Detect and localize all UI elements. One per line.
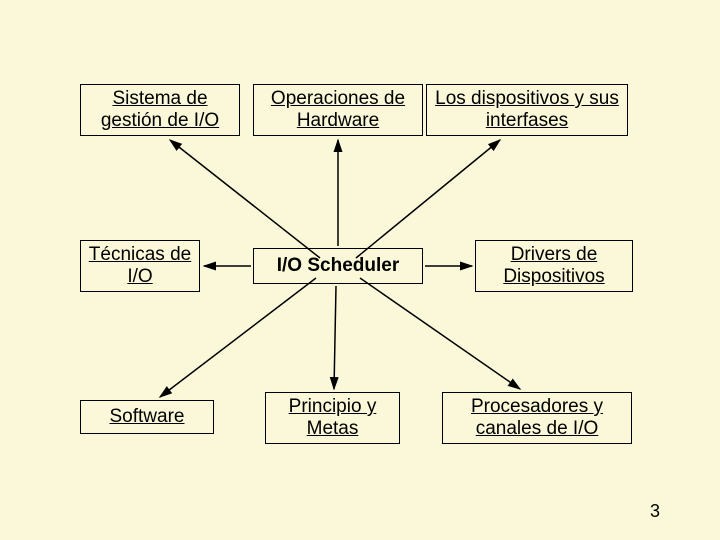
box-software: Software <box>80 400 214 434</box>
box-label: Sistema de gestión de I/O <box>83 88 237 132</box>
arrow-to-procesadores <box>360 278 520 389</box>
box-dispositivos-interfases: Los dispositivos y sus interfases <box>426 84 628 136</box>
box-label: Software <box>110 406 185 428</box>
box-tecnicas-io: Técnicas de I/O <box>80 240 200 292</box>
box-procesadores-canales: Procesadores y canales de I/O <box>442 392 632 444</box>
box-label: Los dispositivos y sus interfases <box>429 88 625 132</box>
box-label: Técnicas de I/O <box>83 244 197 288</box>
page-number: 3 <box>650 501 660 522</box>
box-label: I/O Scheduler <box>277 255 399 277</box>
box-label: Drivers de Dispositivos <box>478 244 630 288</box>
arrow-to-principio <box>334 286 336 389</box>
box-operaciones-hardware: Operaciones de Hardware <box>253 84 423 136</box>
arrow-to-software <box>160 278 316 397</box>
box-label: Principio y Metas <box>268 396 397 440</box>
box-label: Procesadores y canales de I/O <box>445 396 629 440</box>
box-io-scheduler: I/O Scheduler <box>253 248 423 284</box>
box-sistema-gestion: Sistema de gestión de I/O <box>80 84 240 136</box>
box-principio-metas: Principio y Metas <box>265 392 400 444</box>
box-drivers-dispositivos: Drivers de Dispositivos <box>475 240 633 292</box>
box-label: Operaciones de Hardware <box>256 88 420 132</box>
